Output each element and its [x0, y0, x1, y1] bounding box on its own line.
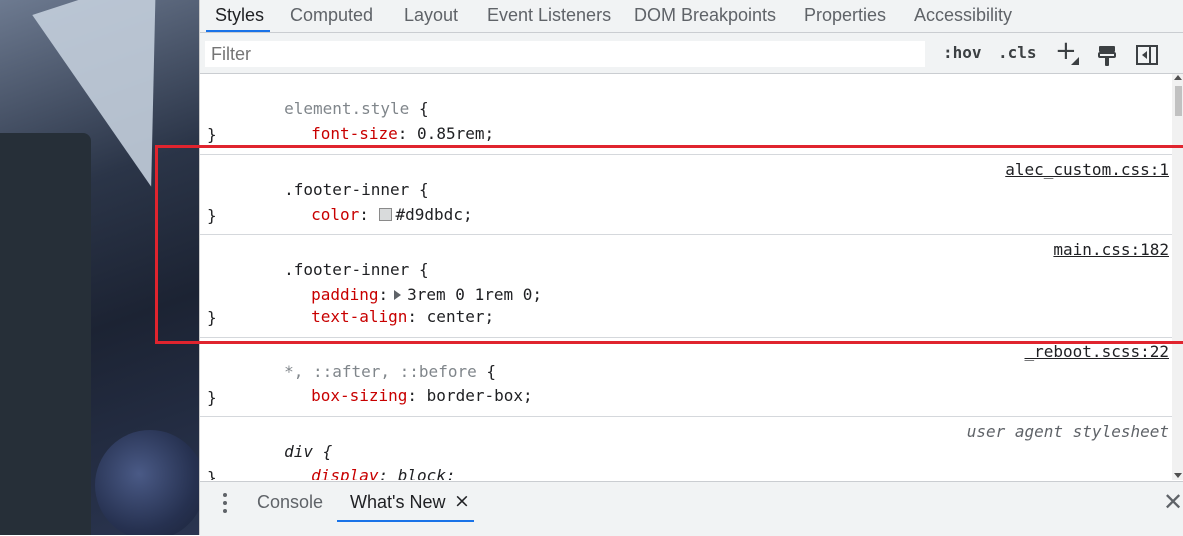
inspected-page	[0, 0, 200, 535]
style-rule-universal: *, ::after, ::before { _reboot.scss:22 b…	[200, 338, 1172, 417]
devtools-panel: Styles Computed Layout Event Listeners D…	[200, 0, 1183, 536]
scrollbar-thumb[interactable]	[1175, 86, 1182, 116]
drawer-tab-whats-new[interactable]: What's New	[350, 492, 445, 513]
colon: :	[397, 124, 408, 143]
close-brace: }	[207, 206, 217, 225]
colon: :	[407, 386, 418, 405]
drawer-tab-console[interactable]: Console	[257, 492, 323, 513]
property-name[interactable]: font-size	[311, 124, 398, 143]
active-tab-indicator	[206, 30, 270, 32]
styles-toolbar: :hov .cls +	[200, 33, 1183, 74]
styles-pane: element.style { font-size: 0.85rem; } .f…	[200, 74, 1172, 480]
semicolon: ;	[523, 386, 533, 405]
plus-menu-triangle-icon	[1071, 57, 1079, 65]
sidebar-tabbar: Styles Computed Layout Event Listeners D…	[200, 0, 1183, 33]
active-drawer-tab-indicator	[337, 520, 474, 522]
property-value: block	[397, 466, 446, 480]
style-rule-div: div { user agent stylesheet display: blo…	[200, 417, 1172, 480]
property-value[interactable]: border-box	[427, 386, 523, 405]
close-drawer-icon[interactable]: ✕	[1163, 488, 1183, 516]
kebab-menu-icon[interactable]	[222, 491, 228, 515]
close-brace: }	[207, 125, 217, 144]
scroll-up-arrow-icon[interactable]	[1174, 75, 1182, 80]
style-rule-footer-inner: .footer-inner { main.css:182 padding: 3re…	[200, 235, 1172, 338]
paint-brush-icon[interactable]	[1097, 45, 1117, 67]
tab-event-listeners[interactable]: Event Listeners	[487, 5, 611, 26]
semicolon: ;	[462, 205, 473, 224]
style-rule-footer-inner: .footer-inner { alec_custom.css:1 color:…	[200, 155, 1172, 235]
close-tab-icon[interactable]: ×	[454, 490, 470, 512]
color-swatch[interactable]	[378, 208, 392, 221]
property-value[interactable]: #d9dbdc	[396, 205, 463, 224]
drawer-tabbar: Console What's New × ✕	[200, 481, 1183, 536]
cls-button[interactable]: .cls	[998, 43, 1037, 62]
style-rule-element-style: element.style { font-size: 0.85rem; }	[200, 74, 1172, 155]
property-name[interactable]: text-align	[311, 307, 407, 326]
property-name: display	[311, 466, 379, 480]
user-agent-stylesheet-label: user agent stylesheet	[966, 422, 1169, 441]
source-link[interactable]: alec_custom.css:1	[1005, 160, 1169, 180]
semicolon: ;	[484, 124, 495, 143]
tab-styles[interactable]: Styles	[215, 5, 264, 26]
semicolon: ;	[445, 466, 456, 480]
close-brace: }	[207, 308, 217, 327]
tab-layout[interactable]: Layout	[404, 5, 458, 26]
scroll-down-arrow-icon[interactable]	[1174, 473, 1182, 478]
tab-dom-breakpoints[interactable]: DOM Breakpoints	[634, 5, 776, 26]
background-graphic	[95, 430, 200, 535]
property-value[interactable]: 0.85rem	[417, 124, 484, 143]
colon: :	[378, 466, 389, 480]
source-link[interactable]: main.css:182	[1053, 240, 1169, 260]
semicolon: ;	[532, 285, 543, 304]
vertical-scrollbar[interactable]	[1172, 74, 1183, 480]
property-value[interactable]: center	[427, 307, 485, 326]
property-name[interactable]: color	[311, 205, 359, 224]
close-brace: }	[207, 468, 217, 480]
tab-computed[interactable]: Computed	[290, 5, 373, 26]
tab-properties[interactable]: Properties	[804, 5, 886, 26]
tab-accessibility[interactable]: Accessibility	[914, 5, 1012, 26]
colon: :	[359, 205, 369, 224]
style-declaration: display: block;	[234, 446, 456, 480]
semicolon: ;	[484, 307, 495, 326]
hov-button[interactable]: :hov	[943, 43, 982, 62]
sidebar-toggle-icon[interactable]	[1136, 45, 1158, 65]
footer-panel	[0, 133, 91, 535]
filter-input[interactable]	[205, 41, 925, 67]
close-brace: }	[207, 388, 217, 407]
property-name[interactable]: box-sizing	[311, 386, 407, 405]
colon: :	[407, 307, 418, 326]
source-link[interactable]: _reboot.scss:22	[1025, 342, 1170, 362]
